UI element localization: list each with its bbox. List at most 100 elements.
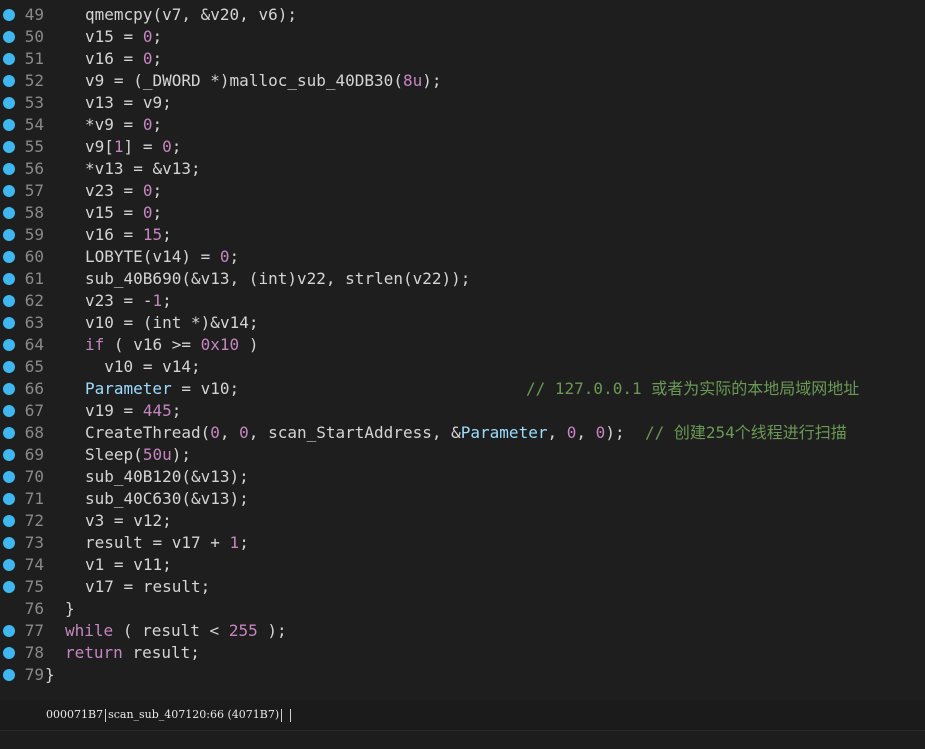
breakpoint-dot-icon[interactable]: [3, 559, 15, 571]
code-text: if ( v16 >= 0x10 ): [85, 335, 259, 354]
breakpoint-dot-icon[interactable]: [3, 405, 15, 417]
code-line[interactable]: 69 Sleep(50u);: [0, 444, 925, 466]
status-text: 000071B7 scan_sub_407120:66 (4071B7): [46, 708, 293, 722]
code-text: sub_40B120(&v13);: [85, 467, 249, 486]
line-number: 75: [24, 577, 44, 596]
breakpoint-dot-icon[interactable]: [3, 581, 15, 593]
code-line[interactable]: 62 v23 = -1;: [0, 290, 925, 312]
code-line[interactable]: 64 if ( v16 >= 0x10 ): [0, 334, 925, 356]
code-text: *v9 = 0;: [85, 115, 163, 134]
breakpoint-dot-icon[interactable]: [3, 9, 15, 21]
pseudocode-editor[interactable]: 49 qmemcpy(v7, &v20, v6); 50 v15 = 0; 51 v16 …: [0, 0, 925, 690]
code-text: v3 = v12;: [85, 511, 172, 530]
code-line[interactable]: 73 result = v17 + 1;: [0, 532, 925, 554]
breakpoint-dot-icon[interactable]: [3, 339, 15, 351]
status-separator: [281, 708, 283, 722]
code-line[interactable]: 75 v17 = result;: [0, 576, 925, 598]
code-line[interactable]: 52 v9 = (_DWORD *)malloc_sub_40DB30(8u);: [0, 70, 925, 92]
breakpoint-dot-icon[interactable]: [3, 647, 15, 659]
breakpoint-dot-icon[interactable]: [3, 427, 15, 439]
line-number: 59: [24, 225, 44, 244]
breakpoint-dot-icon[interactable]: [3, 185, 15, 197]
code-text: v23 = -1;: [85, 291, 172, 310]
code-line[interactable]: 78 return result;: [0, 642, 925, 664]
breakpoint-dot-icon[interactable]: [3, 163, 15, 175]
status-bar: 000071B7 scan_sub_407120:66 (4071B7): [0, 700, 925, 730]
line-number: 67: [24, 401, 44, 420]
code-text: v16 = 15;: [85, 225, 172, 244]
code-line[interactable]: 53 v13 = v9;: [0, 92, 925, 114]
line-number: 57: [24, 181, 44, 200]
breakpoint-dot-icon[interactable]: [3, 119, 15, 131]
breakpoint-dot-icon[interactable]: [3, 251, 15, 263]
code-text: result = v17 + 1;: [85, 533, 249, 552]
line-number: 53: [24, 93, 44, 112]
code-text: *v13 = &v13;: [85, 159, 201, 178]
code-text: v19 = 445;: [85, 401, 182, 420]
code-line[interactable]: 58 v15 = 0;: [0, 202, 925, 224]
breakpoint-dot-icon[interactable]: [3, 31, 15, 43]
line-number: 70: [24, 467, 44, 486]
code-text: v1 = v11;: [85, 555, 172, 574]
code-line[interactable]: 59 v16 = 15;: [0, 224, 925, 246]
code-line[interactable]: 51 v16 = 0;: [0, 48, 925, 70]
line-number: 58: [24, 203, 44, 222]
line-number: 56: [24, 159, 44, 178]
breakpoint-dot-icon[interactable]: [3, 383, 15, 395]
line-number: 60: [24, 247, 44, 266]
code-line[interactable]: 49 qmemcpy(v7, &v20, v6);: [0, 4, 925, 26]
code-text: Parameter = v10;: [85, 379, 240, 398]
code-line[interactable]: 79}: [0, 664, 925, 686]
breakpoint-dot-icon[interactable]: [3, 53, 15, 65]
breakpoint-dot-icon[interactable]: [3, 317, 15, 329]
breakpoint-dot-icon[interactable]: [3, 669, 15, 681]
breakpoint-dot-icon[interactable]: [3, 97, 15, 109]
breakpoint-dot-icon[interactable]: [3, 295, 15, 307]
code-line[interactable]: 72 v3 = v12;: [0, 510, 925, 532]
breakpoint-dot-icon[interactable]: [3, 537, 15, 549]
code-comment: // 127.0.0.1 或者为实际的本地局域网地址: [526, 379, 860, 398]
code-line[interactable]: 76}: [0, 598, 925, 620]
status-address: 000071B7: [46, 708, 104, 721]
code-line[interactable]: 65 v10 = v14;: [0, 356, 925, 378]
code-line[interactable]: 68 CreateThread(0, 0, scan_StartAddress, …: [0, 422, 925, 444]
code-line[interactable]: 50 v15 = 0;: [0, 26, 925, 48]
code-line[interactable]: 55 v9[1] = 0;: [0, 136, 925, 158]
line-number: 51: [24, 49, 44, 68]
breakpoint-dot-icon[interactable]: [3, 625, 15, 637]
code-text: v23 = 0;: [85, 181, 163, 200]
code-line[interactable]: 56 *v13 = &v13;: [0, 158, 925, 180]
breakpoint-dot-icon[interactable]: [3, 493, 15, 505]
line-number: 69: [24, 445, 44, 464]
breakpoint-dot-icon[interactable]: [3, 75, 15, 87]
code-line[interactable]: 66 Parameter = v10; // 127.0.0.1 或者为实际的本地局…: [0, 378, 925, 400]
breakpoint-dot-icon[interactable]: [3, 229, 15, 241]
code-line[interactable]: 61 sub_40B690(&v13, (int)v22, strlen(v22)…: [0, 268, 925, 290]
code-line[interactable]: 63 v10 = (int *)&v14;: [0, 312, 925, 334]
breakpoint-dot-icon[interactable]: [3, 361, 15, 373]
line-number: 71: [24, 489, 44, 508]
breakpoint-dot-icon[interactable]: [3, 207, 15, 219]
line-number: 49: [24, 5, 44, 24]
breakpoint-dot-icon[interactable]: [3, 141, 15, 153]
breakpoint-dot-icon[interactable]: [3, 449, 15, 461]
code-text: }: [45, 665, 55, 684]
breakpoint-dot-icon[interactable]: [3, 471, 15, 483]
code-line[interactable]: 54 *v9 = 0;: [0, 114, 925, 136]
code-text: v16 = 0;: [85, 49, 163, 68]
code-line[interactable]: 70 sub_40B120(&v13);: [0, 466, 925, 488]
line-number: 63: [24, 313, 44, 332]
code-line[interactable]: 74 v1 = v11;: [0, 554, 925, 576]
line-number: 76: [24, 599, 44, 618]
code-line[interactable]: 77 while ( result < 255 );: [0, 620, 925, 642]
breakpoint-dot-icon[interactable]: [3, 515, 15, 527]
line-number: 78: [24, 643, 44, 662]
status-separator: [289, 708, 291, 722]
code-line[interactable]: 71 sub_40C630(&v13);: [0, 488, 925, 510]
code-line[interactable]: 67 v19 = 445;: [0, 400, 925, 422]
code-text: v13 = v9;: [85, 93, 172, 112]
breakpoint-dot-icon[interactable]: [3, 273, 15, 285]
code-line[interactable]: 57 v23 = 0;: [0, 180, 925, 202]
code-line[interactable]: 60 LOBYTE(v14) = 0;: [0, 246, 925, 268]
code-text: v10 = v14;: [104, 357, 201, 376]
